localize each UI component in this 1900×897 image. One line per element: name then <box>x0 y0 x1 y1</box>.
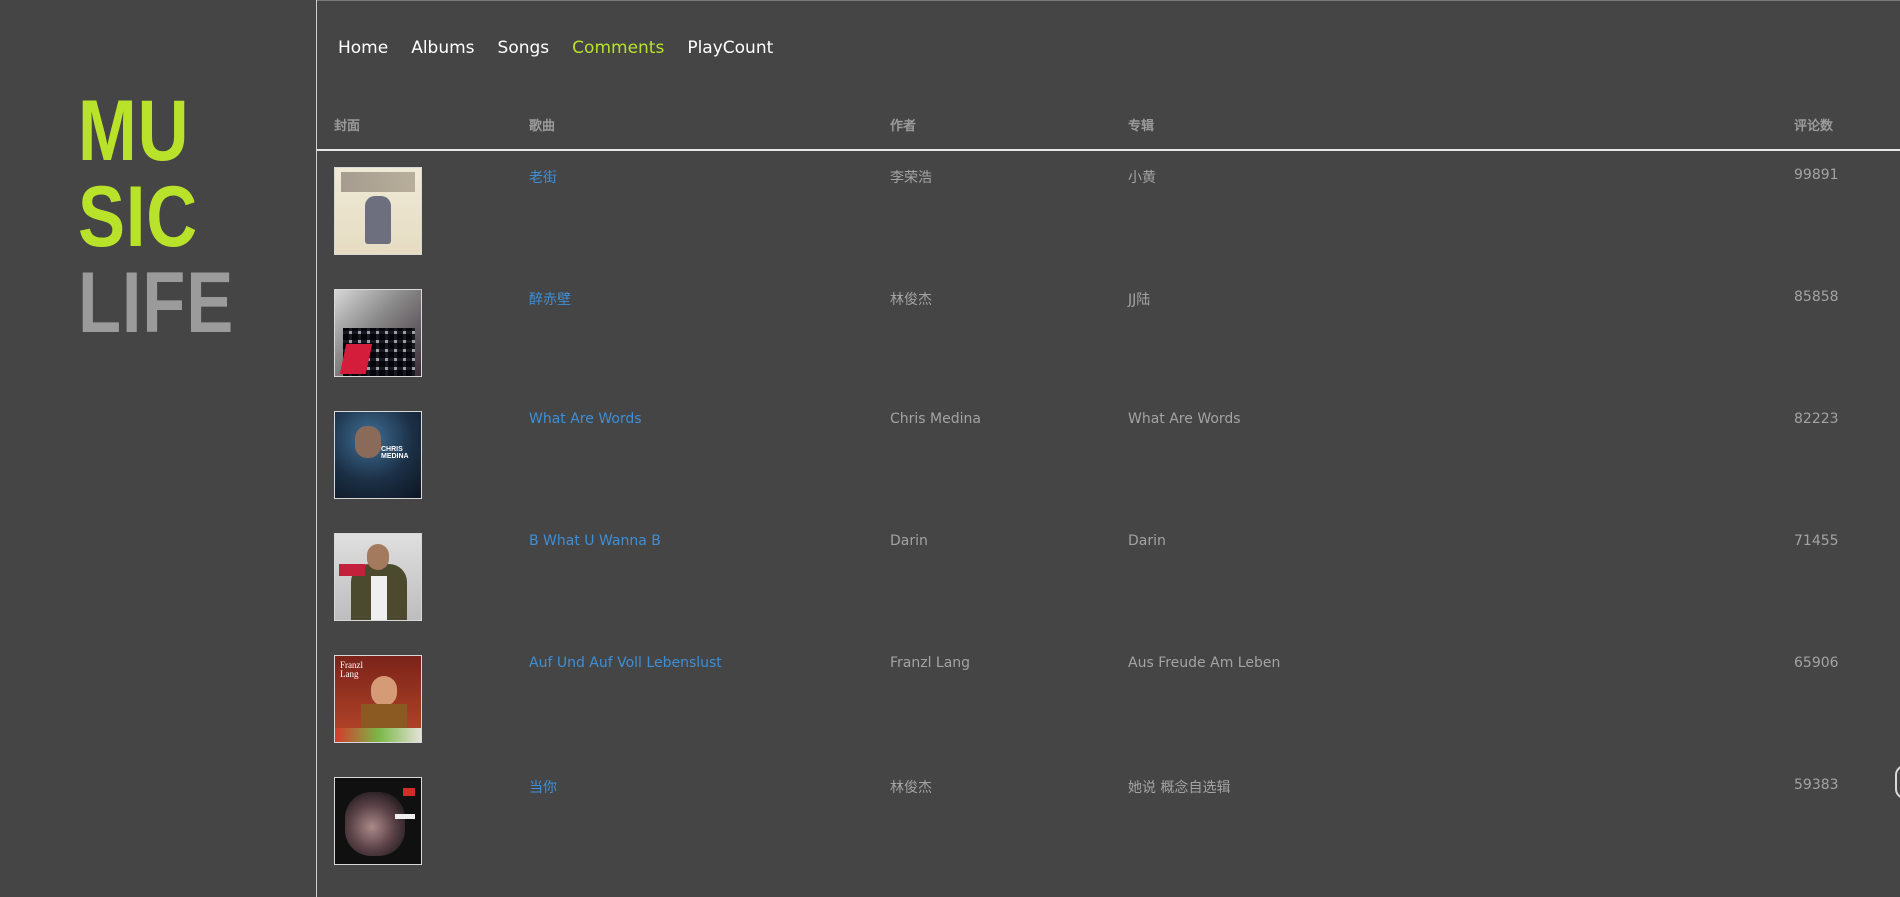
top-nav: Home Albums Songs Comments PlayCount <box>338 38 796 58</box>
table-row: B What U Wanna B Darin Darin 71455 <box>317 516 1900 638</box>
table-row: Franzl Lang Auf Und Auf Voll Lebenslust F… <box>317 638 1900 760</box>
artist-name: Chris Medina <box>890 411 981 427</box>
artist-name: Franzl Lang <box>890 655 971 671</box>
logo-line-3: LIFE <box>78 255 235 351</box>
header-album: 专辑 <box>1128 119 1155 134</box>
artist-name: 林俊杰 <box>890 292 932 308</box>
comment-count: 99891 <box>1794 167 1839 183</box>
album-name: 她说 概念自选辑 <box>1128 780 1231 796</box>
nav-songs[interactable]: Songs <box>498 38 550 58</box>
comment-count: 71455 <box>1794 533 1839 549</box>
main-content: Home Albums Songs Comments PlayCount 封面 … <box>317 0 1900 897</box>
song-table-body: 老街 李荣浩 小黄 99891 醉赤壁 林俊杰 JJ陆 85858 CHRIS … <box>317 150 1900 882</box>
comment-count: 85858 <box>1794 289 1839 305</box>
logo-line-1: MU <box>78 83 190 179</box>
song-link[interactable]: 老街 <box>529 167 557 187</box>
song-link[interactable]: 当你 <box>529 777 557 797</box>
artist-name: Darin <box>890 533 928 549</box>
header-cover: 封面 <box>334 119 361 134</box>
song-link[interactable]: What Are Words <box>529 411 642 427</box>
album-name: JJ陆 <box>1128 292 1151 308</box>
table-row: 醉赤壁 林俊杰 JJ陆 85858 <box>317 272 1900 394</box>
artist-name: 李荣浩 <box>890 170 932 186</box>
logo-line-2: SIC <box>78 169 199 265</box>
table-row: 老街 李荣浩 小黄 99891 <box>317 150 1900 272</box>
header-artist: 作者 <box>890 119 917 134</box>
header-song: 歌曲 <box>529 119 556 134</box>
album-cover-image[interactable] <box>334 167 422 255</box>
album-name: 小黄 <box>1128 170 1156 186</box>
scroll-top-button[interactable] <box>1895 765 1900 799</box>
nav-playcount[interactable]: PlayCount <box>687 38 773 58</box>
album-cover-image[interactable] <box>334 777 422 865</box>
album-cover-image[interactable] <box>334 533 422 621</box>
nav-home[interactable]: Home <box>338 38 388 58</box>
table-row: 当你 林俊杰 她说 概念自选辑 59383 <box>317 760 1900 882</box>
song-link[interactable]: 醉赤壁 <box>529 289 571 309</box>
table-header: 封面 歌曲 作者 专辑 评论数 <box>317 105 1900 151</box>
album-cover-image[interactable]: CHRIS MEDINA <box>334 411 422 499</box>
album-name: Darin <box>1128 533 1166 549</box>
comment-count: 59383 <box>1794 777 1839 793</box>
comment-count: 82223 <box>1794 411 1839 427</box>
sidebar: MU SIC LIFE <box>0 0 317 897</box>
album-name: Aus Freude Am Leben <box>1128 655 1281 671</box>
album-cover-image[interactable]: Franzl Lang <box>334 655 422 743</box>
song-link[interactable]: Auf Und Auf Voll Lebenslust <box>529 655 722 671</box>
song-link[interactable]: B What U Wanna B <box>529 533 661 549</box>
nav-comments[interactable]: Comments <box>572 38 664 58</box>
site-logo[interactable]: MU SIC LIFE <box>78 88 234 346</box>
comment-count: 65906 <box>1794 655 1839 671</box>
album-name: What Are Words <box>1128 411 1241 427</box>
table-row: CHRIS MEDINA What Are Words Chris Medina… <box>317 394 1900 516</box>
album-cover-image[interactable] <box>334 289 422 377</box>
nav-albums[interactable]: Albums <box>411 38 474 58</box>
artist-name: 林俊杰 <box>890 780 932 796</box>
header-comments: 评论数 <box>1794 119 1834 134</box>
